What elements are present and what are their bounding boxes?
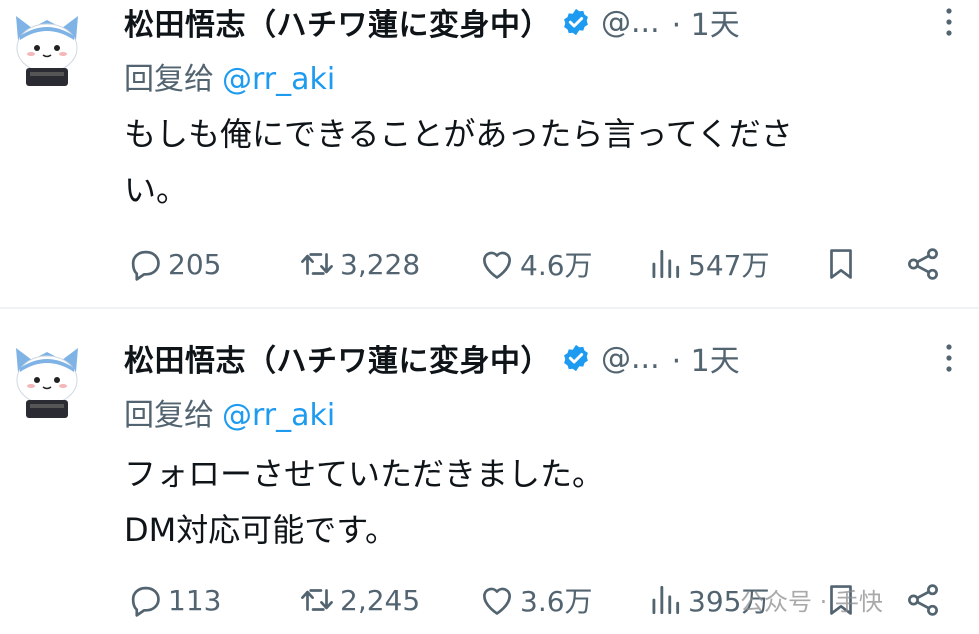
action-bar: 205 3,228 4.6万 547万: [126, 242, 956, 286]
timestamp[interactable]: · 1天: [672, 336, 740, 380]
share-button[interactable]: [904, 242, 942, 286]
heart-icon: [482, 587, 512, 615]
retweet-button[interactable]: 3,228: [298, 242, 420, 286]
reply-button[interactable]: 113: [126, 578, 221, 622]
tweet-text: フォローさせていただきました。 DM対応可能です。: [124, 446, 964, 558]
reply-icon: [131, 250, 160, 281]
tweet-text-line: い。: [124, 171, 189, 209]
views-count: 547万: [688, 249, 770, 282]
reply-count: 113: [168, 583, 222, 617]
heart-icon: [482, 251, 512, 279]
author-name[interactable]: 松田悟志（ハチワ蓮に変身中）: [124, 0, 551, 44]
reply-mention-link[interactable]: @rr_aki: [222, 398, 335, 433]
views-button[interactable]: 547万: [646, 242, 769, 286]
share-icon: [908, 248, 938, 280]
like-count: 4.6万: [520, 249, 593, 282]
retweet-count: 3,228: [340, 247, 421, 281]
bookmark-icon: [830, 249, 852, 279]
retweet-count: 2,245: [340, 583, 421, 617]
reply-prefix: 回复给: [124, 62, 214, 97]
watermark-text: 公众号 · 手快: [740, 588, 883, 616]
like-button[interactable]: 3.6万: [478, 578, 593, 622]
reply-count: 205: [168, 247, 222, 281]
tweet-1[interactable]: 松田悟志（ハチワ蓮に変身中） @... · 1天 回复给 @rr_aki もしも俺…: [0, 0, 979, 305]
avatar[interactable]: [10, 342, 84, 422]
reply-icon: [131, 586, 160, 617]
views-chart-icon: [652, 249, 680, 279]
avatar[interactable]: [10, 10, 84, 90]
views-chart-icon: [652, 585, 680, 615]
retweet-icon: [301, 253, 333, 275]
author-name[interactable]: 松田悟志（ハチワ蓮に変身中）: [124, 336, 551, 380]
tweet-header: 松田悟志（ハチワ蓮に変身中） @... · 1天: [124, 0, 969, 44]
tweet-text-line: DM対応可能です。: [124, 511, 398, 549]
tweet-divider: [0, 307, 979, 309]
author-handle[interactable]: @...: [601, 341, 660, 376]
tweet-text-line: もしも俺にできることがあったら言ってくださ: [124, 115, 793, 153]
more-options-icon[interactable]: [943, 4, 955, 40]
like-button[interactable]: 4.6万: [478, 242, 593, 286]
verified-badge-icon: [564, 344, 588, 372]
more-options-icon[interactable]: [943, 340, 955, 376]
reply-context: 回复给 @rr_aki: [124, 54, 335, 98]
reply-mention-link[interactable]: @rr_aki: [222, 62, 335, 97]
reply-context: 回复给 @rr_aki: [124, 390, 335, 434]
author-handle[interactable]: @...: [601, 5, 660, 40]
tweet-text: もしも俺にできることがあったら言ってくださ い。: [124, 106, 964, 218]
tweet-header: 松田悟志（ハチワ蓮に変身中） @... · 1天: [124, 336, 969, 380]
like-count: 3.6万: [520, 585, 593, 618]
share-button[interactable]: [904, 578, 942, 622]
share-icon: [908, 584, 938, 616]
timestamp[interactable]: · 1天: [672, 0, 740, 44]
verified-badge-icon: [564, 8, 588, 36]
retweet-button[interactable]: 2,245: [298, 578, 420, 622]
bookmark-button[interactable]: [822, 242, 860, 286]
reply-prefix: 回复给: [124, 398, 214, 433]
reply-button[interactable]: 205: [126, 242, 221, 286]
tweet-text-line: フォローさせていただきました。: [124, 455, 605, 493]
retweet-icon: [301, 589, 333, 611]
